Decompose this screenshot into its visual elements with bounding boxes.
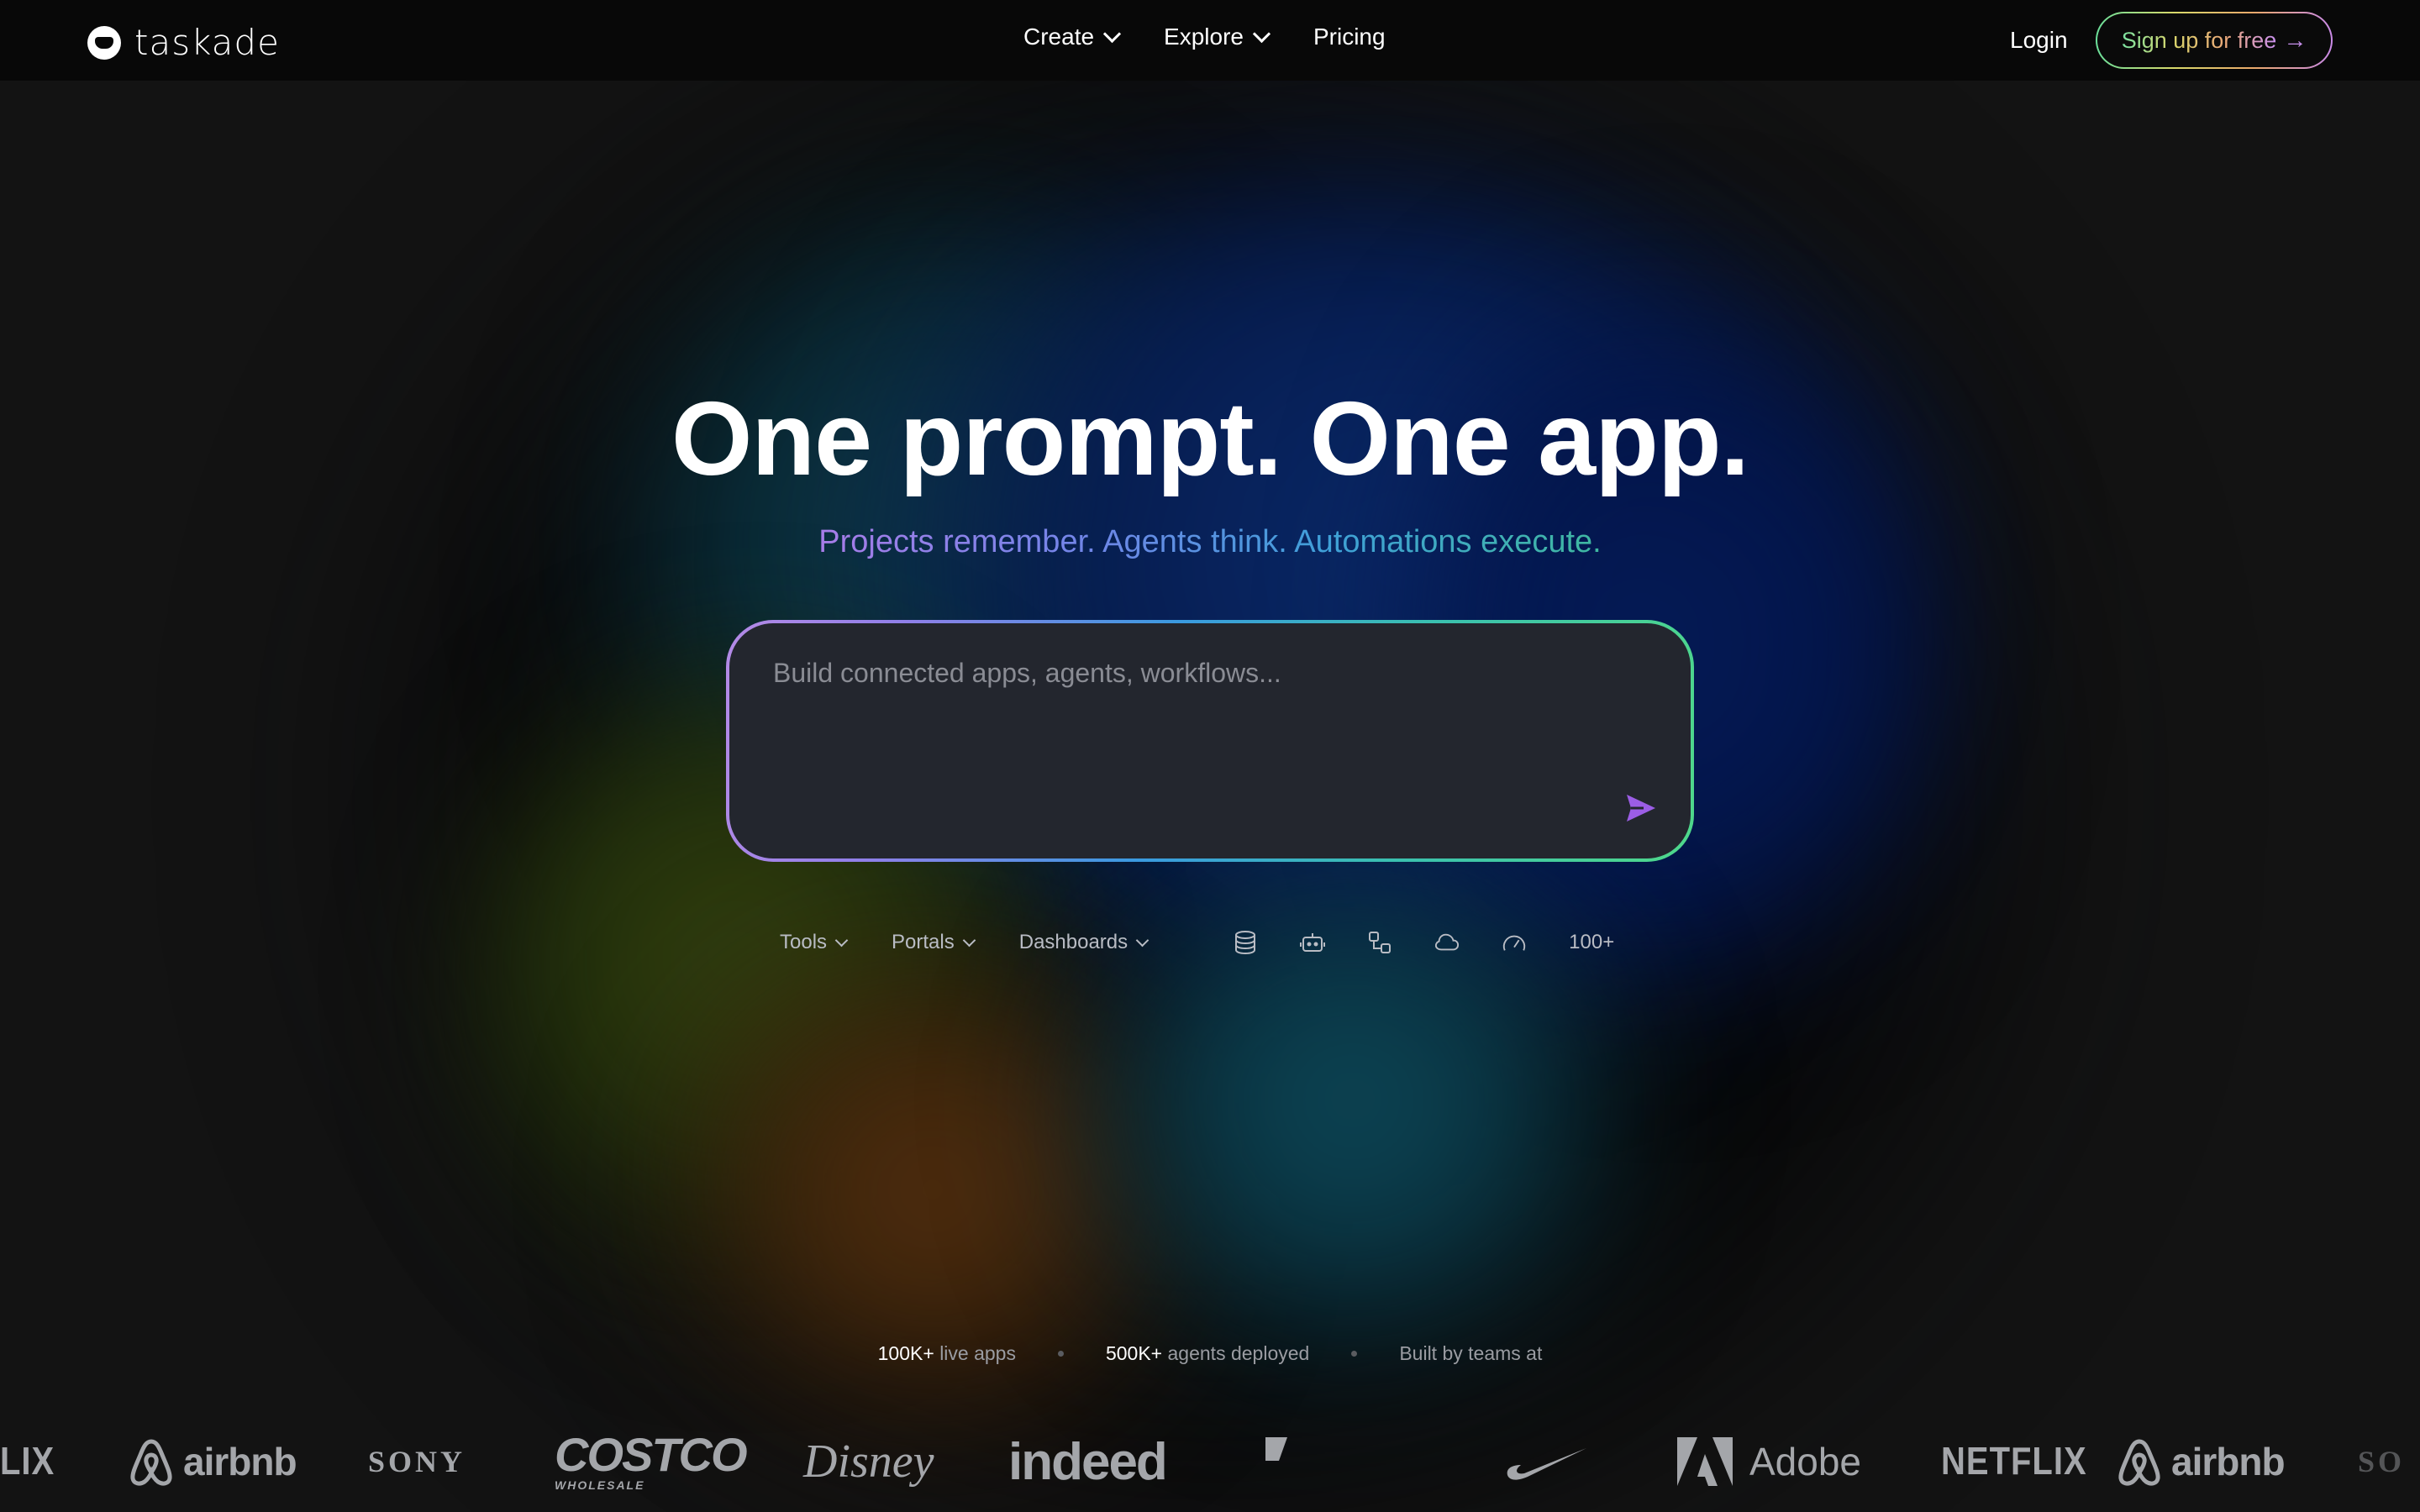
stat-agents-label: agents deployed <box>1167 1342 1310 1364</box>
prompt-toolbar: Tools Portals Dashboards 100+ <box>780 924 1614 961</box>
arrow-right-icon: → <box>2283 27 2307 53</box>
menu-create-label: Create <box>1023 24 1095 50</box>
airbnb-logo: airbnb <box>128 1428 297 1495</box>
taskade-logo-icon <box>87 25 121 60</box>
chevron-down-icon <box>962 933 976 947</box>
portals-dropdown[interactable]: Portals <box>892 931 976 954</box>
login-link[interactable]: Login <box>2010 27 2068 54</box>
adobe-logo: Adobe <box>1677 1428 1861 1495</box>
costco-logo-subtext: WHOLESALE <box>555 1478 645 1492</box>
separator-dot <box>1057 1351 1064 1357</box>
airbnb-logo-text: airbnb <box>2171 1440 2286 1483</box>
stat-agents: 500K+ agents deployed <box>1106 1342 1309 1365</box>
costco-logo-text: COSTCO <box>555 1428 748 1481</box>
netflix-logo-text: LIX <box>0 1440 55 1483</box>
main-menu: Create Explore Pricing <box>1023 24 1386 50</box>
signup-button[interactable]: Sign up for free → <box>2096 12 2333 69</box>
stat-live-apps: 100K+ live apps <box>878 1342 1016 1365</box>
page: taskade Create Explore Pricing Login Sig… <box>0 0 2420 1512</box>
integration-icons: 100+ <box>1233 930 1614 955</box>
hero-subtitle: Projects remember. Agents think. Automat… <box>0 524 2420 560</box>
chevron-down-icon <box>1135 933 1150 947</box>
cloud-icon[interactable] <box>1434 930 1460 955</box>
menu-create[interactable]: Create <box>1023 24 1122 50</box>
hero-title: One prompt. One app. <box>671 381 1749 497</box>
sony-logo-partial: SO <box>2358 1428 2405 1495</box>
stats-bar: 100K+ live apps 500K+ agents deployed Bu… <box>0 1342 2420 1365</box>
tools-dropdown-label: Tools <box>780 931 828 953</box>
netflix-logo-text: NETFLIX <box>1941 1440 2087 1483</box>
menu-pricing-label: Pricing <box>1313 24 1386 50</box>
chevron-down-icon <box>1252 24 1271 43</box>
logo-text: taskade <box>134 22 280 63</box>
taskade-logo[interactable]: taskade <box>87 22 280 63</box>
disney-logo: Disney <box>803 1428 934 1495</box>
sony-logo-text: SO <box>2358 1445 2406 1478</box>
prompt-input[interactable] <box>771 657 1615 690</box>
database-icon[interactable] <box>1233 930 1258 955</box>
stat-agents-value: 500K+ <box>1105 1342 1163 1364</box>
indeed-logo: indeed <box>1008 1428 1168 1495</box>
more-integrations[interactable]: 100+ <box>1569 931 1614 954</box>
stat-teams: Built by teams at <box>1399 1342 1543 1364</box>
gauge-icon[interactable] <box>1502 930 1527 955</box>
dashboards-dropdown-label: Dashboards <box>1018 931 1128 953</box>
top-nav: taskade Create Explore Pricing Login Sig… <box>0 0 2420 81</box>
indeed-logo-text: indeed <box>1008 1432 1168 1491</box>
menu-pricing[interactable]: Pricing <box>1313 24 1386 50</box>
separator-dot <box>1351 1351 1358 1357</box>
airbnb-logo-text: airbnb <box>183 1440 297 1483</box>
portals-dropdown-label: Portals <box>892 931 955 953</box>
adobe-logo-icon <box>1677 1437 1733 1486</box>
stat-live-apps-value: 100K+ <box>877 1342 934 1364</box>
chevron-down-icon <box>1102 24 1122 43</box>
dashboards-dropdown[interactable]: Dashboards <box>1018 931 1150 954</box>
nike-swoosh-icon <box>1507 1448 1586 1480</box>
disney-logo-text: Disney <box>803 1436 934 1488</box>
tools-dropdown[interactable]: Tools <box>780 931 849 954</box>
adobe-logo-text: Adobe <box>1749 1440 1862 1483</box>
menu-explore-label: Explore <box>1164 24 1244 50</box>
send-icon[interactable] <box>1622 790 1659 827</box>
costco-logo: COSTCO WHOLESALE <box>555 1428 748 1495</box>
netflix-logo-partial: LIX <box>0 1428 55 1495</box>
small-logo-mark <box>1264 1433 1292 1467</box>
stat-live-apps-label: live apps <box>939 1342 1016 1364</box>
workflow-icon[interactable] <box>1367 930 1392 955</box>
airbnb-logo: airbnb <box>2116 1428 2286 1495</box>
nike-logo <box>1504 1428 1588 1495</box>
netflix-logo: NETFLIX <box>1941 1428 2087 1495</box>
signup-label: Sign up for free <box>2121 27 2277 53</box>
sony-logo: SONY <box>368 1428 466 1495</box>
chevron-down-icon <box>834 933 849 947</box>
partial-logo-icon <box>1265 1437 1287 1461</box>
robot-icon[interactable] <box>1300 930 1326 955</box>
airbnb-logo-icon <box>2118 1439 2160 1486</box>
sony-logo-text: SONY <box>368 1445 466 1478</box>
airbnb-logo-icon <box>130 1439 172 1486</box>
menu-explore[interactable]: Explore <box>1164 24 1271 50</box>
prompt-box <box>726 620 1694 862</box>
hero-subtitle-text: Projects remember. Agents think. Automat… <box>818 524 1602 559</box>
